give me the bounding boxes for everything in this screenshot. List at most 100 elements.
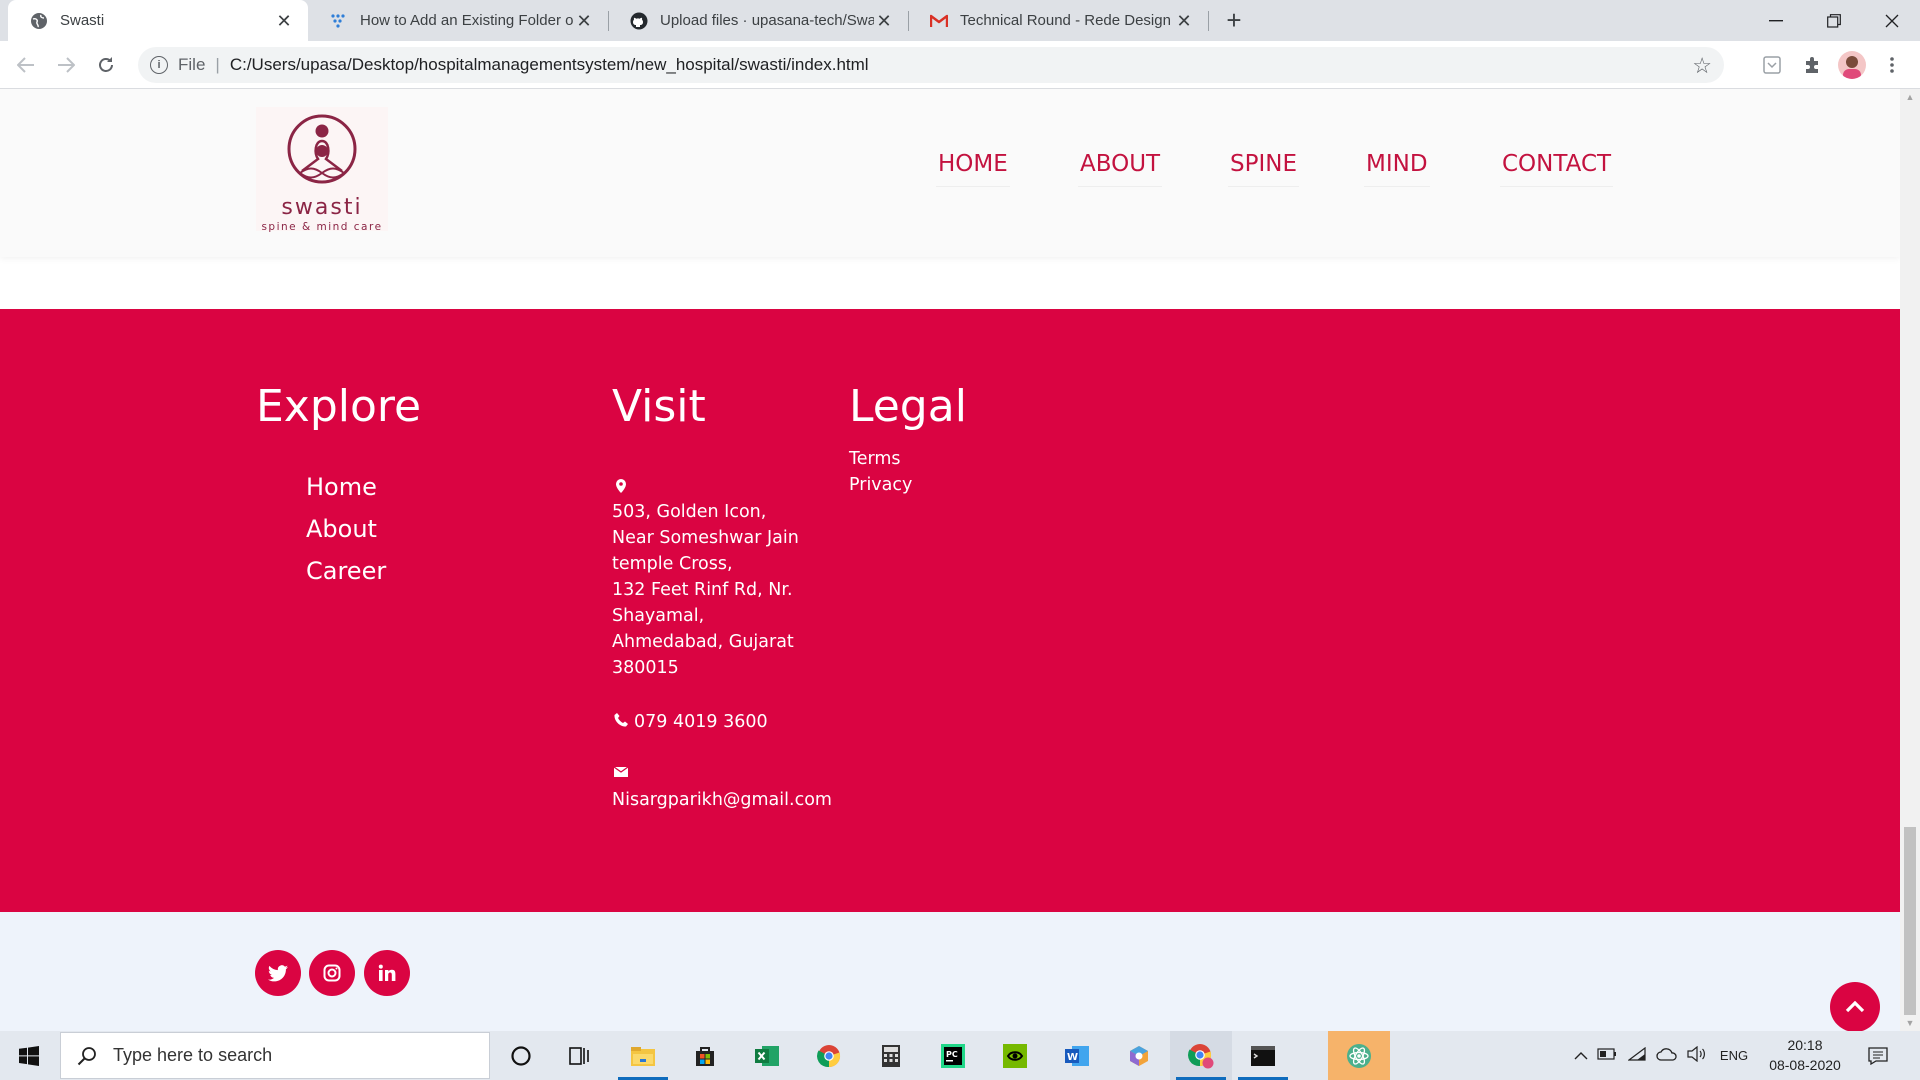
language-indicator[interactable]: ENG	[1712, 1048, 1756, 1063]
tab-gmail[interactable]: Technical Round - Rede Design S ✕	[908, 0, 1208, 41]
windows-taskbar: Type here to search PC W ENG 20:18 08-08…	[0, 1031, 1920, 1080]
minimize-button[interactable]	[1747, 0, 1805, 41]
page-viewport: swasti spine & mind care HOME ABOUT SPIN…	[0, 89, 1900, 1031]
profile-avatar[interactable]	[1838, 51, 1866, 79]
svg-text:PC: PC	[946, 1050, 958, 1059]
taskbar-search-box[interactable]: Type here to search	[60, 1032, 490, 1079]
close-tab-icon[interactable]: ✕	[574, 11, 594, 31]
back-button[interactable]	[10, 49, 42, 81]
footer-link-privacy[interactable]: Privacy	[849, 475, 912, 495]
address-bar[interactable]: i File | C:/Users/upasa/Desktop/hospital…	[138, 47, 1724, 83]
nav-contact[interactable]: CONTACT	[1500, 151, 1614, 187]
footer-main: Explore Home About Career Visit 503, Gol…	[0, 309, 1900, 912]
chevron-up-icon	[1845, 1001, 1865, 1013]
logo-tagline: spine & mind care	[261, 221, 383, 233]
footer-link-home[interactable]: Home	[306, 473, 377, 501]
excel-icon[interactable]	[736, 1031, 798, 1080]
scroll-up-arrow[interactable]: ▲	[1900, 89, 1920, 105]
svg-text:W: W	[1067, 1052, 1078, 1063]
info-icon[interactable]: i	[150, 56, 168, 74]
scrollbar-thumb[interactable]	[1904, 827, 1916, 1015]
chevron-up-icon[interactable]	[1570, 1048, 1592, 1063]
notifications-icon[interactable]	[1850, 1031, 1906, 1080]
search-icon	[77, 1046, 96, 1065]
tab-title: How to Add an Existing Folder or	[360, 12, 574, 29]
tab-title: Technical Round - Rede Design S	[960, 12, 1174, 29]
file-explorer-icon[interactable]	[612, 1031, 674, 1080]
calculator-icon[interactable]	[860, 1031, 922, 1080]
tab-upload-files[interactable]: Upload files · upasana-tech/Swas ✕	[608, 0, 908, 41]
footer-bottom	[0, 912, 1900, 1031]
url-text: C:/Users/upasa/Desktop/hospitalmanagemen…	[229, 55, 869, 74]
scroll-down-arrow[interactable]: ▼	[1900, 1015, 1920, 1031]
nav-home[interactable]: HOME	[936, 151, 1010, 187]
twitter-button[interactable]	[255, 950, 301, 996]
chrome-profile-icon[interactable]	[1170, 1031, 1232, 1080]
page-scrollbar[interactable]: ▲ ▼	[1900, 89, 1920, 1031]
system-tray: ENG	[1570, 1031, 1756, 1080]
extension-icon[interactable]	[1760, 53, 1784, 77]
phone-number[interactable]: 079 4019 3600	[634, 709, 854, 735]
url-divider: |	[215, 55, 220, 74]
taskbar-clock[interactable]: 20:18 08-08-2020	[1762, 1035, 1848, 1075]
instagram-button[interactable]	[309, 950, 355, 996]
nav-spine[interactable]: SPINE	[1228, 151, 1299, 187]
bookmark-star-icon[interactable]: ☆	[1692, 53, 1712, 79]
puzzle-icon[interactable]	[1800, 53, 1824, 77]
close-window-button[interactable]	[1863, 0, 1920, 41]
battery-icon[interactable]	[1592, 1048, 1622, 1063]
gmail-icon	[930, 12, 948, 30]
start-button[interactable]	[0, 1031, 58, 1080]
address-line: Ahmedabad, Gujarat	[612, 632, 794, 652]
cloud-icon[interactable]	[1652, 1047, 1682, 1064]
dots-icon	[330, 12, 348, 30]
explore-heading: Explore	[256, 381, 422, 432]
address-line: Near Someshwar Jain	[612, 528, 799, 548]
new-tab-button[interactable]: +	[1220, 6, 1248, 34]
instagram-icon	[323, 964, 341, 982]
forward-button[interactable]	[50, 49, 82, 81]
tab-swasti[interactable]: Swasti ✕	[8, 0, 308, 41]
tab-existing-folder[interactable]: How to Add an Existing Folder or ✕	[308, 0, 608, 41]
close-tab-icon[interactable]: ✕	[274, 11, 294, 31]
linkedin-button[interactable]	[364, 950, 410, 996]
store-icon[interactable]	[674, 1031, 736, 1080]
app-cube-icon[interactable]	[1108, 1031, 1170, 1080]
word-icon[interactable]: W	[1046, 1031, 1108, 1080]
close-tab-icon[interactable]: ✕	[874, 11, 894, 31]
close-tab-icon[interactable]: ✕	[1174, 11, 1194, 31]
nvidia-icon[interactable]	[984, 1031, 1046, 1080]
footer-link-terms[interactable]: Terms	[849, 449, 901, 469]
nav-about[interactable]: ABOUT	[1078, 151, 1163, 187]
restore-button[interactable]	[1805, 0, 1863, 41]
address-line: Shayamal,	[612, 606, 705, 626]
legal-heading: Legal	[849, 381, 967, 432]
logo-wordmark: swasti	[281, 195, 363, 220]
phone-icon	[614, 713, 628, 727]
globe-icon	[30, 12, 48, 30]
address-line: temple Cross,	[612, 554, 733, 574]
atom-icon[interactable]	[1328, 1031, 1390, 1080]
chrome-icon[interactable]	[798, 1031, 860, 1080]
address-line: 132 Feet Rinf Rd, Nr.	[612, 580, 793, 600]
reload-button[interactable]	[90, 49, 122, 81]
cortana-icon[interactable]	[490, 1031, 552, 1080]
windows-logo-icon	[19, 1045, 39, 1066]
tab-title: Upload files · upasana-tech/Swas	[660, 12, 874, 29]
pycharm-icon[interactable]: PC	[922, 1031, 984, 1080]
search-placeholder: Type here to search	[113, 1045, 273, 1065]
task-view-icon[interactable]	[549, 1031, 611, 1080]
github-icon	[630, 12, 648, 30]
url-scheme: File	[178, 55, 206, 74]
footer-link-career[interactable]: Career	[306, 557, 386, 585]
terminal-icon[interactable]	[1232, 1031, 1294, 1080]
nav-mind[interactable]: MIND	[1364, 151, 1430, 187]
speaker-icon[interactable]	[1682, 1045, 1712, 1065]
wifi-icon[interactable]	[1622, 1046, 1652, 1064]
browser-tab-strip: Swasti ✕ How to Add an Existing Folder o…	[0, 0, 1920, 41]
site-logo[interactable]: swasti spine & mind care	[256, 107, 388, 233]
scroll-to-top-button[interactable]	[1830, 982, 1880, 1031]
kebab-menu-icon[interactable]	[1880, 53, 1904, 77]
email-address[interactable]: Nisargparikh@gmail.com	[612, 787, 872, 813]
footer-link-about[interactable]: About	[306, 515, 377, 543]
